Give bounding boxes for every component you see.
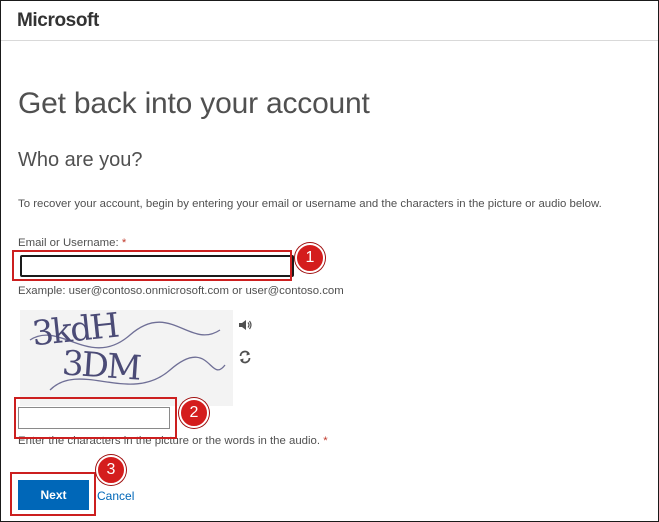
- header-bar: Microsoft: [1, 1, 658, 41]
- page-title: Get back into your account: [18, 87, 370, 120]
- annotation-badge-1: 1: [295, 243, 325, 273]
- annotation-badge-2: 2: [179, 398, 209, 428]
- required-asterisk: *: [121, 237, 127, 249]
- speaker-icon[interactable]: [235, 318, 255, 336]
- annotation-badge-3: 3: [96, 455, 126, 485]
- captcha-line-2: 3DM: [60, 343, 142, 389]
- cancel-link[interactable]: Cancel: [97, 489, 134, 503]
- browser-frame: Microsoft Get back into your account Who…: [0, 0, 659, 522]
- refresh-icon[interactable]: [235, 350, 255, 368]
- captcha-required-asterisk: *: [323, 435, 328, 447]
- page-subtitle: Who are you?: [18, 149, 143, 171]
- annotation-box-2: [14, 397, 177, 439]
- email-label-text: Email or Username:: [18, 237, 122, 249]
- email-example-hint: Example: user@contoso.onmicrosoft.com or…: [18, 285, 344, 297]
- instructions-text: To recover your account, begin by enteri…: [18, 198, 602, 210]
- captcha-image: 3kdH 3DM: [20, 306, 233, 406]
- microsoft-logo: Microsoft: [17, 10, 99, 31]
- annotation-box-1: [12, 250, 292, 281]
- email-label: Email or Username: *: [18, 237, 126, 249]
- annotation-box-3: [10, 472, 96, 516]
